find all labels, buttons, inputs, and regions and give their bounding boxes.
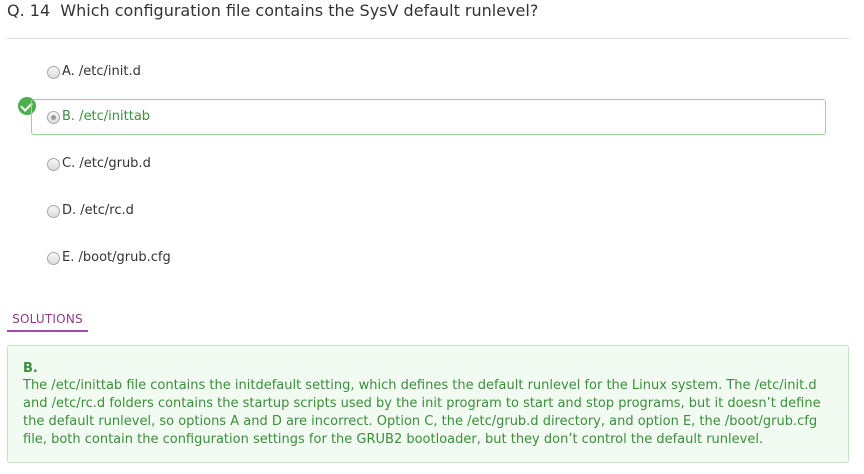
radio-button[interactable] [47, 158, 60, 171]
option-b[interactable]: B. /etc/inittab [31, 99, 826, 135]
question-number: Q. 14 [7, 1, 51, 20]
radio-button[interactable] [47, 66, 60, 79]
question-heading: Q. 14 Which configuration file contains … [7, 0, 538, 22]
question-text: Which configuration file contains the Sy… [60, 1, 539, 20]
option-a[interactable]: A. /etc/init.d [31, 54, 826, 90]
option-label: C. /etc/grub.d [62, 156, 151, 171]
solution-answer: B. [23, 361, 38, 376]
solution-explanation: The /etc/inittab file contains the initd… [23, 378, 821, 447]
option-c[interactable]: C. /etc/grub.d [31, 146, 826, 182]
solution-panel: B. The /etc/inittab file contains the in… [7, 345, 849, 463]
option-label: E. /boot/grub.cfg [62, 250, 171, 265]
option-e[interactable]: E. /boot/grub.cfg [31, 240, 826, 276]
option-label: B. /etc/inittab [62, 109, 151, 124]
radio-button[interactable] [47, 252, 60, 265]
option-label: A. /etc/init.d [62, 64, 141, 79]
radio-button[interactable] [47, 205, 60, 218]
radio-button[interactable] [47, 111, 60, 124]
option-d[interactable]: D. /etc/rc.d [31, 193, 826, 229]
option-label: D. /etc/rc.d [62, 203, 134, 218]
question-divider [7, 38, 849, 39]
tab-solutions[interactable]: SOLUTIONS [7, 311, 88, 332]
